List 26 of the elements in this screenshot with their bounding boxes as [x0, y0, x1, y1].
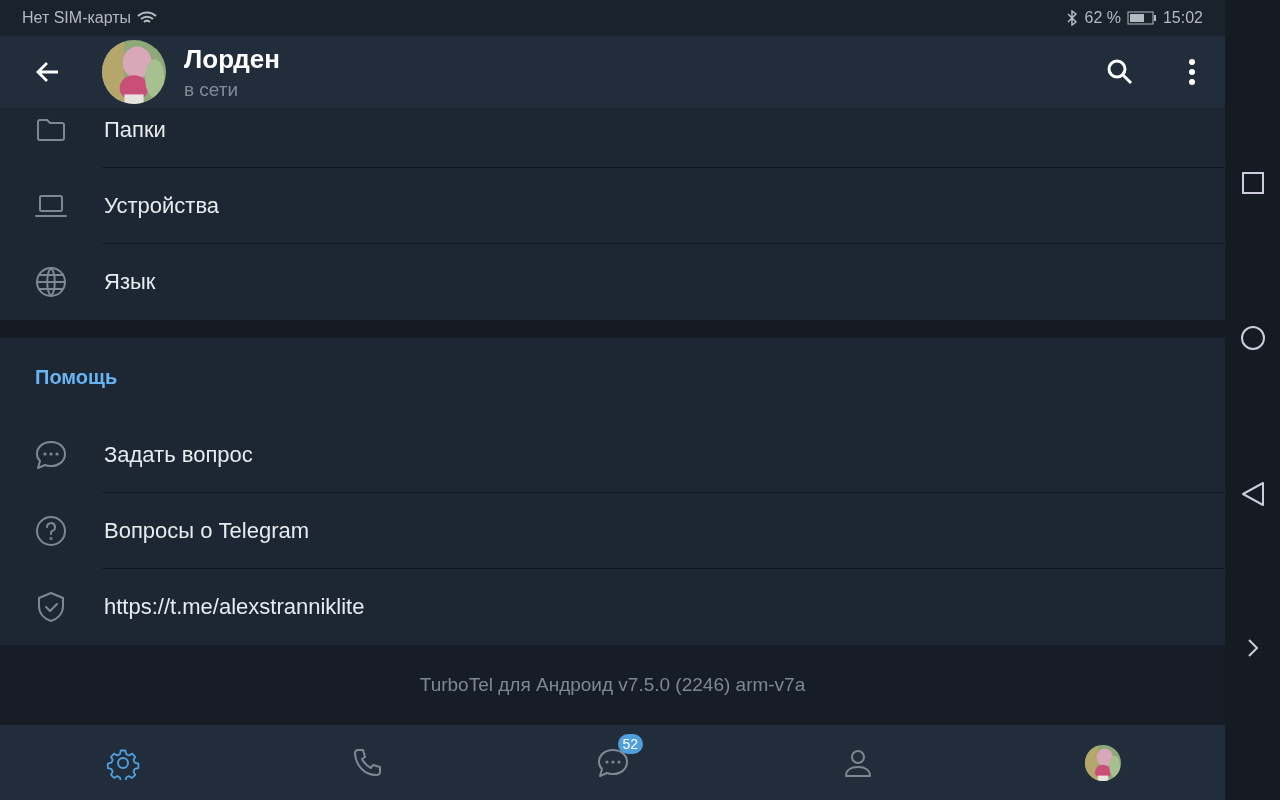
- clock-time: 15:02: [1162, 9, 1203, 27]
- recent-apps-icon[interactable]: [1240, 171, 1265, 195]
- settings-item[interactable]: Задать вопрос: [0, 417, 1225, 493]
- avatar-icon[interactable]: [1084, 744, 1121, 781]
- back-triangle-icon[interactable]: [1240, 481, 1265, 507]
- home-icon[interactable]: [1239, 325, 1266, 351]
- online-status: в сети: [184, 78, 240, 101]
- wifi-icon: [137, 10, 158, 26]
- chat-title: Лорден: [184, 43, 282, 75]
- search-icon[interactable]: [1105, 57, 1135, 87]
- question-icon: [34, 514, 68, 548]
- chevron-right-icon[interactable]: [1245, 637, 1260, 659]
- bluetooth-icon: [1066, 10, 1079, 26]
- battery-percent: 62 %: [1084, 9, 1121, 27]
- unread-count: 52: [617, 733, 644, 754]
- settings-item[interactable]: Вопросы о Telegram: [0, 493, 1225, 569]
- section-title: Помощь: [34, 365, 119, 390]
- more-menu-icon[interactable]: [1187, 57, 1197, 87]
- settings-item[interactable]: Папки: [0, 108, 1225, 168]
- chat-bubble-icon: [34, 438, 68, 472]
- carrier-text: Нет SIM-карты: [22, 9, 132, 27]
- globe-icon: [34, 265, 68, 299]
- settings-item[interactable]: https://t.me/alexstranniklite: [0, 569, 1225, 645]
- battery-icon: [1126, 11, 1157, 25]
- settings-item[interactable]: Язык: [0, 244, 1225, 320]
- settings-item[interactable]: Устройства: [0, 168, 1225, 244]
